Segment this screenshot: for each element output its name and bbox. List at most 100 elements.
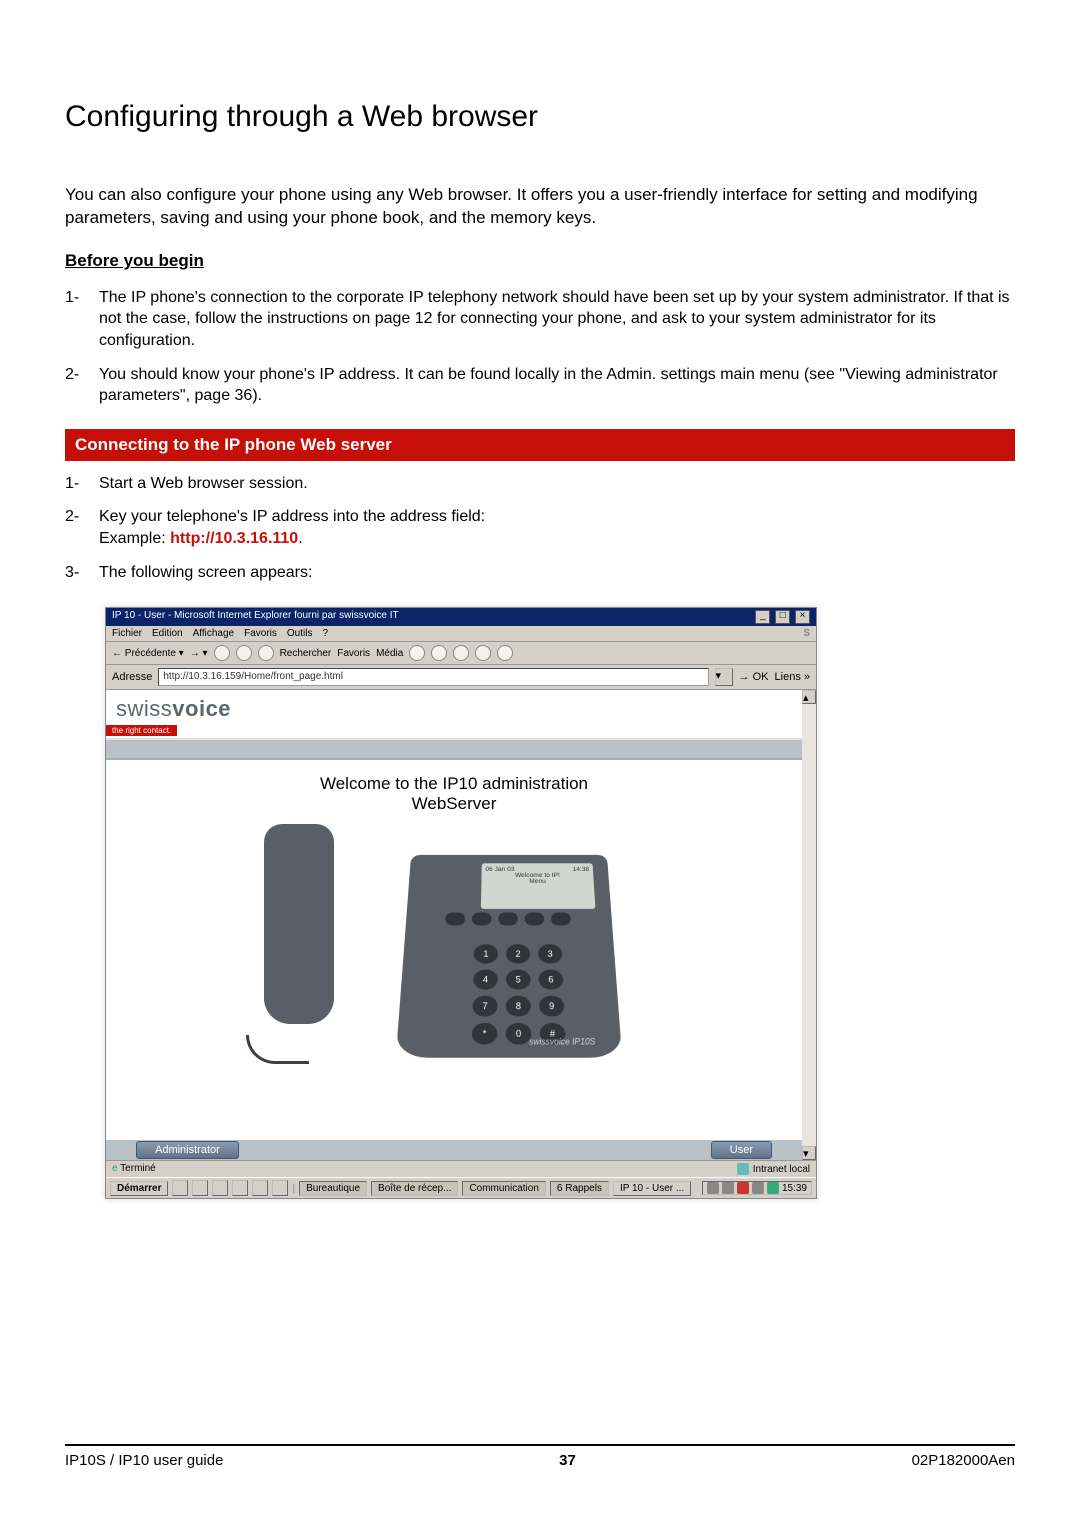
refresh-icon[interactable] bbox=[236, 645, 252, 661]
key-8: 8 bbox=[506, 996, 531, 1017]
list-text: You should know your phone's IP address.… bbox=[99, 364, 1015, 407]
address-label: Adresse bbox=[112, 671, 152, 683]
quicklaunch-icon[interactable] bbox=[232, 1180, 248, 1196]
user-button[interactable]: User bbox=[711, 1141, 772, 1159]
list-marker: 1- bbox=[65, 287, 99, 352]
address-input[interactable]: http://10.3.16.159/Home/front_page.html bbox=[158, 668, 708, 686]
tray-clock: 15:39 bbox=[782, 1183, 807, 1194]
task-button[interactable]: Bureautique bbox=[299, 1181, 367, 1196]
connect-item-3: 3- The following screen appears: bbox=[65, 562, 1015, 584]
brand-suffix: voice bbox=[172, 696, 231, 721]
minimize-button[interactable]: _ bbox=[755, 610, 770, 624]
stop-icon[interactable] bbox=[214, 645, 230, 661]
before-item-2: 2- You should know your phone's IP addre… bbox=[65, 364, 1015, 407]
phone-screen: 06 Jan 03 14:38 Welcome to IP! Menu bbox=[481, 863, 596, 909]
mail-icon[interactable] bbox=[431, 645, 447, 661]
discuss-icon[interactable] bbox=[497, 645, 513, 661]
maximize-button[interactable]: □ bbox=[775, 610, 790, 624]
scroll-down-button[interactable]: ▾ bbox=[802, 1146, 816, 1160]
connect-item-1: 1- Start a Web browser session. bbox=[65, 473, 1015, 495]
back-button[interactable]: ← Précédente ▾ bbox=[112, 648, 184, 659]
tray-icon[interactable] bbox=[722, 1182, 734, 1194]
tray-icon[interactable] bbox=[737, 1182, 749, 1194]
brand-prefix: swiss bbox=[116, 696, 172, 721]
quicklaunch-icon[interactable] bbox=[172, 1180, 188, 1196]
links-label[interactable]: Liens » bbox=[775, 671, 810, 683]
nav-strip bbox=[106, 738, 802, 760]
tray-icon[interactable] bbox=[752, 1182, 764, 1194]
step2-line1: Key your telephone's IP address into the… bbox=[99, 508, 485, 525]
list-text: The following screen appears: bbox=[99, 562, 1015, 584]
menu-favoris[interactable]: Favoris bbox=[244, 628, 277, 639]
titlebar: IP 10 - User - Microsoft Internet Explor… bbox=[106, 608, 816, 626]
footer-page-number: 37 bbox=[559, 1452, 576, 1469]
quicklaunch-icon[interactable] bbox=[272, 1180, 288, 1196]
softkeys bbox=[445, 913, 571, 926]
key-3: 3 bbox=[538, 944, 563, 963]
menu-affichage[interactable]: Affichage bbox=[193, 628, 235, 639]
example-label: Example: bbox=[99, 530, 170, 547]
menu-fichier[interactable]: Fichier bbox=[112, 628, 142, 639]
print-icon[interactable] bbox=[453, 645, 469, 661]
page-title: Configuring through a Web browser bbox=[65, 100, 1015, 134]
favorites-button[interactable]: Favoris bbox=[337, 648, 370, 659]
search-button[interactable]: Rechercher bbox=[280, 648, 332, 659]
media-button[interactable]: Média bbox=[376, 648, 403, 659]
vertical-scrollbar[interactable]: ▴ ▾ bbox=[802, 690, 816, 1160]
close-button[interactable]: × bbox=[795, 610, 810, 624]
scroll-track[interactable] bbox=[802, 704, 816, 1146]
before-item-1: 1- The IP phone's connection to the corp… bbox=[65, 287, 1015, 352]
list-text: The IP phone's connection to the corpora… bbox=[99, 287, 1015, 352]
connect-heading: Connecting to the IP phone Web server bbox=[65, 429, 1015, 461]
task-button[interactable]: Boîte de récep... bbox=[371, 1181, 458, 1196]
tray-icon[interactable] bbox=[707, 1182, 719, 1194]
key-star: * bbox=[472, 1023, 498, 1045]
quicklaunch-icon[interactable] bbox=[192, 1180, 208, 1196]
menubar: Fichier Edition Affichage Favoris Outils… bbox=[106, 626, 816, 642]
phone-cord bbox=[246, 1035, 309, 1064]
address-dropdown[interactable]: ▾ bbox=[715, 668, 733, 686]
phone-menu-label: Menu bbox=[485, 879, 590, 885]
example-url: http://10.3.16.110 bbox=[170, 530, 298, 547]
list-marker: 2- bbox=[65, 506, 99, 549]
quicklaunch-icon[interactable] bbox=[252, 1180, 268, 1196]
quicklaunch-icon[interactable] bbox=[212, 1180, 228, 1196]
menu-help[interactable]: ? bbox=[322, 628, 328, 639]
key-4: 4 bbox=[473, 970, 498, 990]
start-button[interactable]: Démarrer bbox=[110, 1181, 168, 1196]
welcome-line2: WebServer bbox=[106, 794, 802, 814]
history-icon[interactable] bbox=[409, 645, 425, 661]
brand-tagline: the right contact. bbox=[106, 725, 177, 736]
admin-bar: Administrator User bbox=[106, 1140, 802, 1160]
task-button[interactable]: Communication bbox=[462, 1181, 545, 1196]
model-label: swissvoice IP10S bbox=[529, 1037, 596, 1047]
go-button[interactable]: → OK bbox=[739, 671, 769, 683]
page-content: Welcome to the IP10 administration WebSe… bbox=[106, 760, 802, 1160]
welcome-line1: Welcome to the IP10 administration bbox=[106, 774, 802, 794]
toolbar: ← Précédente ▾ → ▾ Rechercher Favoris Mé… bbox=[106, 642, 816, 665]
key-7: 7 bbox=[472, 996, 497, 1017]
status-text: Terminé bbox=[120, 1163, 156, 1174]
edit-icon[interactable] bbox=[475, 645, 491, 661]
intro-paragraph: You can also configure your phone using … bbox=[65, 184, 1015, 230]
menu-edition[interactable]: Edition bbox=[152, 628, 183, 639]
address-bar: Adresse http://10.3.16.159/Home/front_pa… bbox=[106, 665, 816, 690]
handset bbox=[264, 824, 334, 1024]
key-0: 0 bbox=[506, 1023, 532, 1045]
home-icon[interactable] bbox=[258, 645, 274, 661]
menu-outils[interactable]: Outils bbox=[287, 628, 313, 639]
tray-icon[interactable] bbox=[767, 1182, 779, 1194]
key-9: 9 bbox=[539, 996, 565, 1017]
system-tray: 15:39 bbox=[702, 1181, 812, 1195]
before-heading: Before you begin bbox=[65, 250, 1015, 273]
task-button-active[interactable]: IP 10 - User ... bbox=[613, 1181, 691, 1196]
status-bar: e Terminé Intranet local bbox=[106, 1160, 816, 1177]
task-button[interactable]: 6 Rappels bbox=[550, 1181, 609, 1196]
scroll-up-button[interactable]: ▴ bbox=[802, 690, 816, 704]
connect-item-2: 2- Key your telephone's IP address into … bbox=[65, 506, 1015, 549]
key-1: 1 bbox=[474, 944, 498, 963]
phone-illustration: 06 Jan 03 14:38 Welcome to IP! Menu bbox=[294, 824, 614, 1054]
administrator-button[interactable]: Administrator bbox=[136, 1141, 239, 1159]
forward-button[interactable]: → ▾ bbox=[190, 648, 208, 659]
page-footer: IP10S / IP10 user guide 37 02P182000Aen bbox=[65, 1444, 1015, 1469]
